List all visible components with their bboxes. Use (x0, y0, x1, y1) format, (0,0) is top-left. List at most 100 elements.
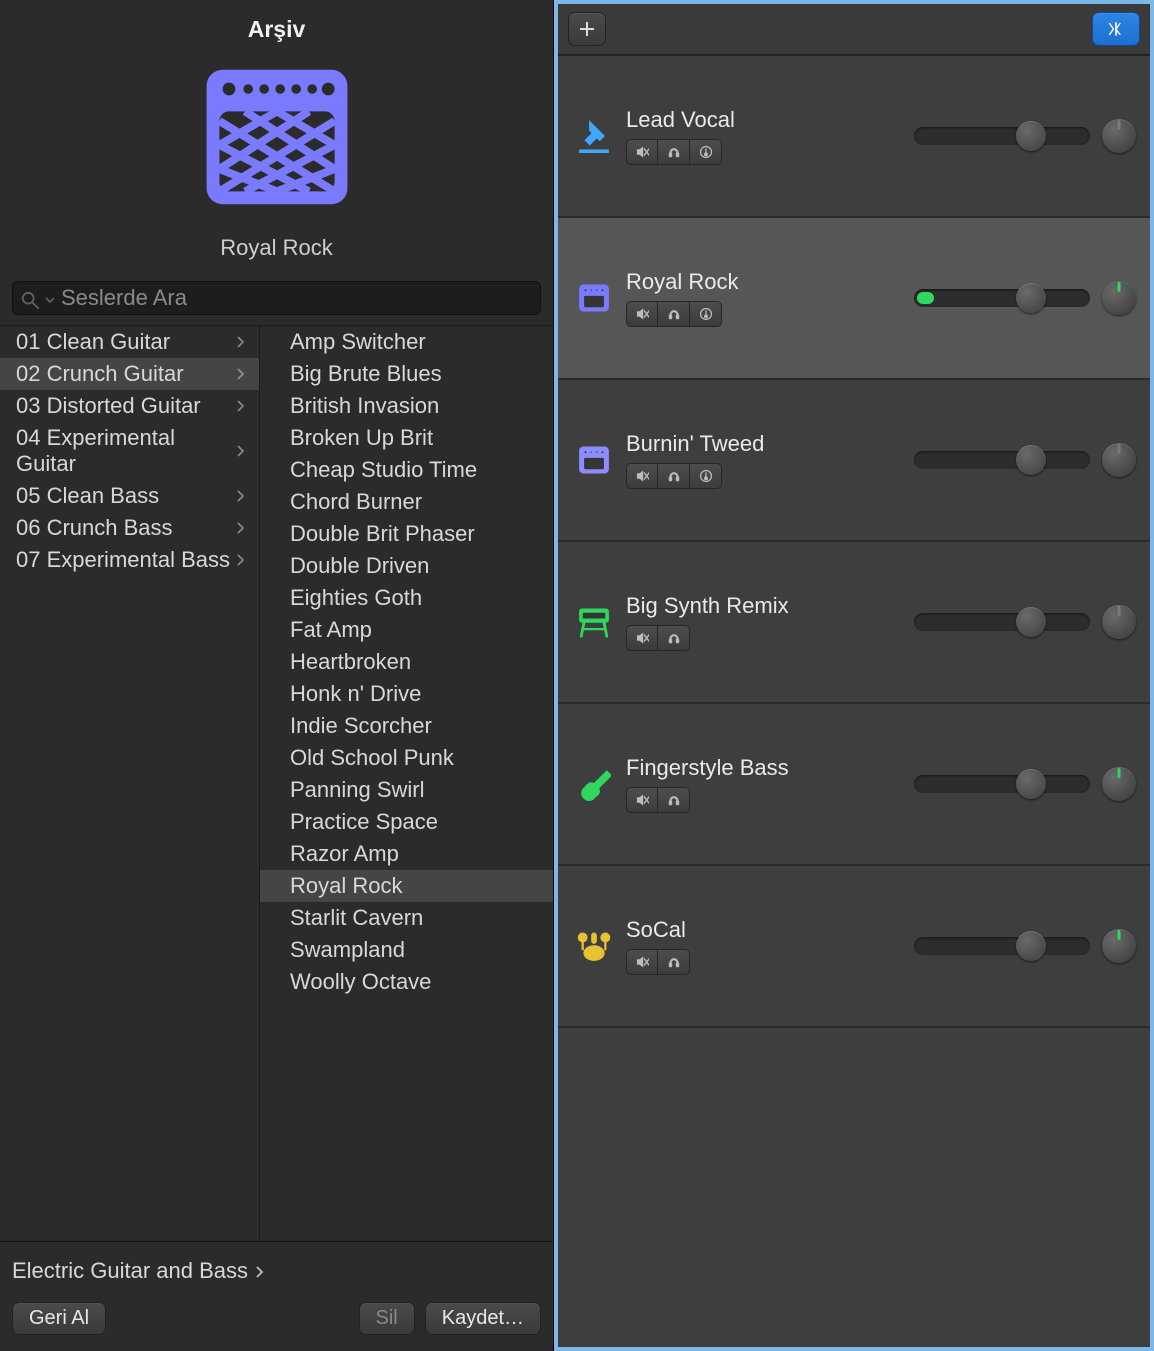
input-monitor-button[interactable] (690, 463, 722, 489)
track-controls (914, 605, 1136, 639)
pan-knob[interactable] (1102, 767, 1136, 801)
track-view-toggle-button[interactable] (1092, 12, 1140, 46)
solo-button[interactable] (658, 625, 690, 651)
mute-button[interactable] (626, 625, 658, 651)
preset-row[interactable]: Razor Amp (260, 838, 553, 870)
chevron-right-icon (254, 1258, 264, 1284)
track-controls (914, 281, 1136, 315)
category-row[interactable]: 02 Crunch Guitar (0, 358, 259, 390)
browser-columns: 01 Clean Guitar02 Crunch Guitar 03 Distor… (0, 325, 553, 1241)
preset-preview: Royal Rock (0, 57, 553, 281)
preset-label: Double Brit Phaser (290, 521, 475, 547)
track-controls (914, 443, 1136, 477)
category-label: 06 Crunch Bass (16, 515, 173, 541)
preset-row[interactable]: Indie Scorcher (260, 710, 553, 742)
volume-slider[interactable] (914, 775, 1090, 793)
tracks-pane: Lead Vocal Royal Rock Burnin' TweedBig Syn… (554, 0, 1154, 1351)
input-monitor-button[interactable] (690, 139, 722, 165)
pan-knob[interactable] (1102, 443, 1136, 477)
mute-button[interactable] (626, 787, 658, 813)
solo-button[interactable] (658, 301, 690, 327)
mute-button[interactable] (626, 139, 658, 165)
preset-row[interactable]: Panning Swirl (260, 774, 553, 806)
preset-row[interactable]: Double Brit Phaser (260, 518, 553, 550)
pan-knob[interactable] (1102, 119, 1136, 153)
category-column[interactable]: 01 Clean Guitar02 Crunch Guitar 03 Distor… (0, 326, 260, 1241)
delete-button[interactable]: Sil (359, 1302, 415, 1335)
preset-row[interactable]: Old School Punk (260, 742, 553, 774)
track-button-group (626, 949, 900, 975)
track-row[interactable]: Lead Vocal (558, 56, 1150, 218)
mute-button[interactable] (626, 949, 658, 975)
volume-slider[interactable] (914, 451, 1090, 469)
preset-row[interactable]: Cheap Studio Time (260, 454, 553, 486)
preset-row[interactable]: Amp Switcher (260, 326, 553, 358)
preset-row[interactable]: Double Driven (260, 550, 553, 582)
solo-button[interactable] (658, 949, 690, 975)
undo-button[interactable]: Geri Al (12, 1302, 106, 1335)
preset-label: Eighties Goth (290, 585, 422, 611)
pan-knob[interactable] (1102, 929, 1136, 963)
track-row[interactable]: Burnin' Tweed (558, 380, 1150, 542)
track-button-group (626, 139, 900, 165)
track-row[interactable]: Big Synth Remix (558, 542, 1150, 704)
preset-row[interactable]: Fat Amp (260, 614, 553, 646)
preset-row[interactable]: Woolly Octave (260, 966, 553, 998)
solo-button[interactable] (658, 463, 690, 489)
mute-button[interactable] (626, 301, 658, 327)
category-row[interactable]: 07 Experimental Bass (0, 544, 259, 576)
track-row[interactable]: Royal Rock (558, 218, 1150, 380)
search-input[interactable] (61, 285, 532, 311)
category-row[interactable]: 01 Clean Guitar (0, 326, 259, 358)
volume-slider[interactable] (914, 289, 1090, 307)
preset-row[interactable]: Eighties Goth (260, 582, 553, 614)
solo-button[interactable] (658, 787, 690, 813)
mute-button[interactable] (626, 463, 658, 489)
preset-row[interactable]: Swampland (260, 934, 553, 966)
track-row[interactable]: SoCal (558, 866, 1150, 1028)
track-controls (914, 767, 1136, 801)
category-label: 03 Distorted Guitar (16, 393, 201, 419)
preset-label: Chord Burner (290, 489, 422, 515)
track-controls (914, 119, 1136, 153)
amp-icon (197, 57, 357, 217)
track-row[interactable]: Fingerstyle Bass (558, 704, 1150, 866)
preset-label: Honk n' Drive (290, 681, 421, 707)
add-track-button[interactable] (568, 12, 606, 46)
preset-row[interactable]: Royal Rock (260, 870, 553, 902)
category-row[interactable]: 06 Crunch Bass (0, 512, 259, 544)
preset-row[interactable]: Big Brute Blues (260, 358, 553, 390)
solo-button[interactable] (658, 139, 690, 165)
save-button[interactable]: Kaydet… (425, 1302, 541, 1335)
preset-row[interactable]: Heartbroken (260, 646, 553, 678)
pan-knob[interactable] (1102, 605, 1136, 639)
preset-label: Double Driven (290, 553, 429, 579)
preset-row[interactable]: Honk n' Drive (260, 678, 553, 710)
category-row[interactable]: 03 Distorted Guitar (0, 390, 259, 422)
breadcrumb[interactable]: Electric Guitar and Bass (12, 1258, 541, 1302)
input-monitor-button[interactable] (690, 301, 722, 327)
preset-label: Broken Up Brit (290, 425, 433, 451)
track-name: Royal Rock (626, 269, 900, 295)
volume-slider[interactable] (914, 127, 1090, 145)
preset-label: Panning Swirl (290, 777, 425, 803)
preset-row[interactable]: Chord Burner (260, 486, 553, 518)
category-row[interactable]: 05 Clean Bass (0, 480, 259, 512)
keys-icon (576, 604, 612, 640)
preset-row[interactable]: Starlit Cavern (260, 902, 553, 934)
chevron-right-icon (235, 361, 245, 387)
volume-slider[interactable] (914, 937, 1090, 955)
preset-row[interactable]: Practice Space (260, 806, 553, 838)
chevron-right-icon (235, 393, 245, 419)
preset-row[interactable]: British Invasion (260, 390, 553, 422)
category-row[interactable]: 04 Experimental Guitar (0, 422, 259, 480)
preset-column[interactable]: Amp SwitcherBig Brute BluesBritish Invas… (260, 326, 553, 1241)
preset-label: Practice Space (290, 809, 438, 835)
chevron-right-icon (235, 329, 245, 355)
search-field[interactable] (12, 281, 541, 315)
preset-row[interactable]: Broken Up Brit (260, 422, 553, 454)
pan-knob[interactable] (1102, 281, 1136, 315)
track-button-group (626, 301, 900, 327)
volume-slider[interactable] (914, 613, 1090, 631)
track-main: Royal Rock (626, 269, 900, 327)
